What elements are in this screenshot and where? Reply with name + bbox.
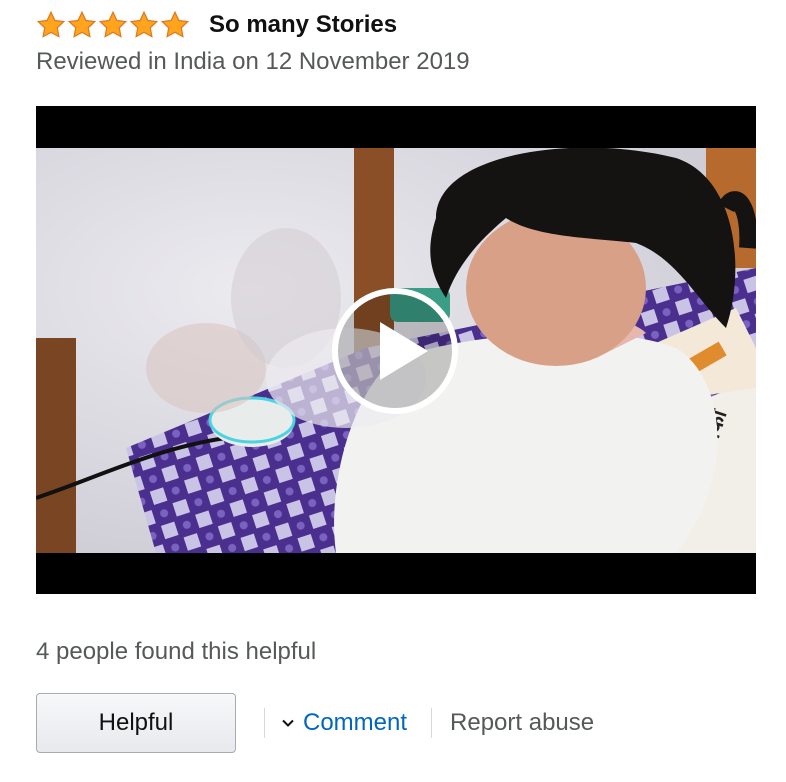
divider bbox=[431, 708, 433, 738]
chevron-down-icon bbox=[282, 719, 294, 727]
star-icon bbox=[160, 10, 190, 38]
helpful-button[interactable]: Helpful bbox=[36, 693, 236, 753]
review-date: Reviewed in India on 12 November 2019 bbox=[36, 48, 470, 75]
comment-label[interactable]: Comment bbox=[303, 709, 407, 737]
star-icon bbox=[98, 10, 128, 38]
customer-review: So many Stories Reviewed in India on 12 … bbox=[0, 0, 786, 782]
divider bbox=[264, 708, 265, 738]
star-icon bbox=[129, 10, 159, 38]
review-header: So many Stories bbox=[36, 8, 397, 42]
star-icon bbox=[67, 10, 97, 38]
star-rating bbox=[36, 10, 191, 40]
review-actions: Helpful Comment Report abuse bbox=[36, 692, 594, 754]
play-icon[interactable] bbox=[330, 286, 460, 416]
report-abuse-link[interactable]: Report abuse bbox=[450, 709, 594, 737]
review-video-player[interactable]: राजस्थान पत्रिका bbox=[36, 106, 756, 594]
comment-link[interactable]: Comment bbox=[281, 709, 407, 737]
star-icon bbox=[36, 10, 66, 38]
helpful-count: 4 people found this helpful bbox=[36, 638, 317, 665]
review-title[interactable]: So many Stories bbox=[209, 11, 397, 39]
